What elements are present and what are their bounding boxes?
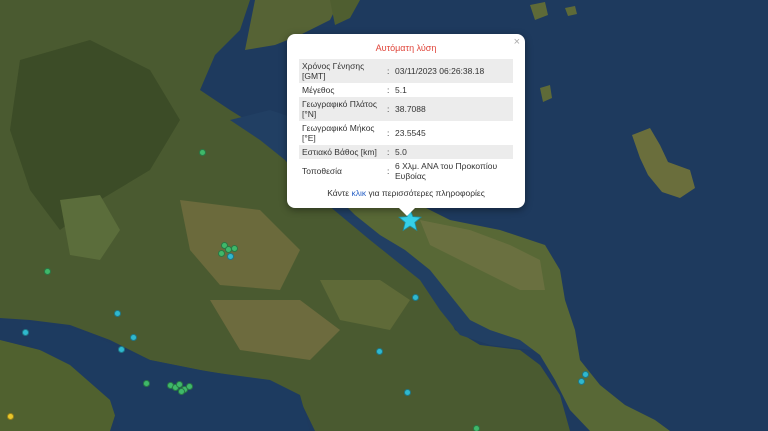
earthquake-marker[interactable] <box>231 245 238 252</box>
earthquake-marker[interactable] <box>218 250 225 257</box>
earthquake-marker[interactable] <box>22 329 29 336</box>
earthquake-info-popup: × Αυτόματη λύση Χρόνος Γένησης [GMT] : 0… <box>287 34 525 216</box>
detail-label: Χρόνος Γένησης [GMT] <box>299 59 387 83</box>
detail-value: 5.1 <box>395 85 407 95</box>
detail-label: Μέγεθος <box>302 85 335 95</box>
earthquake-marker[interactable] <box>186 383 193 390</box>
detail-label: Γεωγραφικό Μήκος [°E] <box>302 123 375 143</box>
detail-value: 38.7088 <box>392 97 513 121</box>
earthquake-marker[interactable] <box>578 378 585 385</box>
more-info-prefix: Κάντε <box>327 188 352 198</box>
detail-value: 5.0 <box>392 145 513 159</box>
earthquake-marker[interactable] <box>44 268 51 275</box>
earthquake-marker[interactable] <box>582 371 589 378</box>
earthquake-marker[interactable] <box>412 294 419 301</box>
popup-title: Αυτόματη λύση <box>375 43 437 53</box>
earthquake-marker[interactable] <box>178 388 185 395</box>
earthquake-marker[interactable] <box>199 149 206 156</box>
detail-row-magnitude: Μέγεθος : 5.1 <box>299 83 513 97</box>
earthquake-marker[interactable] <box>227 253 234 260</box>
earthquake-marker[interactable] <box>7 413 14 420</box>
detail-row-latitude: Γεωγραφικό Πλάτος [°N] : 38.7088 <box>299 97 513 121</box>
earthquake-details-table: Χρόνος Γένησης [GMT] : 03/11/2023 06:26:… <box>299 59 513 183</box>
detail-row-location: Τοποθεσία : 6 Χλμ. ΑΝΑ του Προκοπίου Ευβ… <box>299 159 513 183</box>
more-info-line: Κάντε κλικ για περισσότερες πληροφορίες <box>299 188 513 198</box>
earthquake-marker[interactable] <box>130 334 137 341</box>
detail-value: 03/11/2023 06:26:38.18 <box>392 59 513 83</box>
earthquake-marker[interactable] <box>473 425 480 431</box>
more-info-link[interactable]: κλικ <box>351 188 366 198</box>
close-icon[interactable]: × <box>514 36 520 48</box>
detail-row-longitude: Γεωγραφικό Μήκος [°E] : 23.5545 <box>299 121 513 145</box>
earthquake-marker[interactable] <box>376 348 383 355</box>
detail-label: Εστιακό Βάθος [km] <box>299 145 387 159</box>
detail-label: Γεωγραφικό Πλάτος [°N] <box>299 97 387 121</box>
detail-row-origin-time: Χρόνος Γένησης [GMT] : 03/11/2023 06:26:… <box>299 59 513 83</box>
earthquake-marker[interactable] <box>143 380 150 387</box>
detail-value: 23.5545 <box>395 128 426 138</box>
more-info-suffix: για περισσότερες πληροφορίες <box>366 188 485 198</box>
earthquake-marker[interactable] <box>114 310 121 317</box>
detail-row-depth: Εστιακό Βάθος [km] : 5.0 <box>299 145 513 159</box>
earthquake-marker[interactable] <box>404 389 411 396</box>
earthquake-marker[interactable] <box>118 346 125 353</box>
detail-value: 6 Χλμ. ΑΝΑ του Προκοπίου Ευβοίας <box>395 161 498 181</box>
satellite-map[interactable]: × Αυτόματη λύση Χρόνος Γένησης [GMT] : 0… <box>0 0 768 431</box>
detail-label: Τοποθεσία <box>302 166 342 176</box>
